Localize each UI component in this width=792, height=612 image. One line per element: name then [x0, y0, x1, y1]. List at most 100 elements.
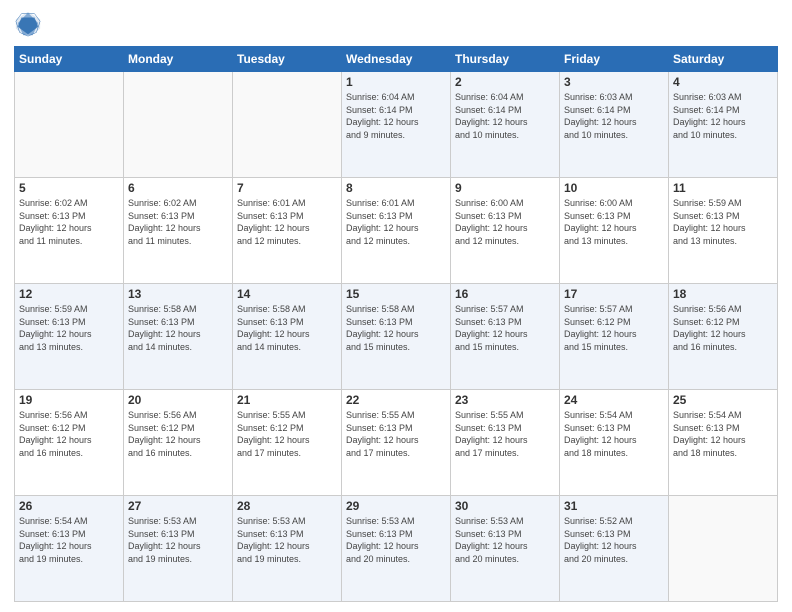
calendar-cell: 13Sunrise: 5:58 AMSunset: 6:13 PMDayligh… [124, 284, 233, 390]
day-number: 29 [346, 499, 446, 513]
calendar-cell: 24Sunrise: 5:54 AMSunset: 6:13 PMDayligh… [560, 390, 669, 496]
calendar-cell: 3 Sunrise: 6:03 AMSunset: 6:14 PMDaylight… [560, 72, 669, 178]
calendar-cell: 11Sunrise: 5:59 AMSunset: 6:13 PMDayligh… [669, 178, 778, 284]
day-info: Sunrise: 6:04 AMSunset: 6:14 PMDaylight:… [455, 91, 555, 141]
day-number: 31 [564, 499, 664, 513]
calendar-cell: 7 Sunrise: 6:01 AMSunset: 6:13 PMDaylight… [233, 178, 342, 284]
day-info: Sunrise: 6:01 AMSunset: 6:13 PMDaylight:… [346, 197, 446, 247]
day-number: 5 [19, 181, 119, 195]
day-number: 14 [237, 287, 337, 301]
day-info: Sunrise: 6:02 AMSunset: 6:13 PMDaylight:… [128, 197, 228, 247]
calendar-cell: 9Sunrise: 6:00 AMSunset: 6:13 PMDaylight… [451, 178, 560, 284]
calendar-week-3: 12 Sunrise: 5:59 AMSunset: 6:13 PMDayligh… [15, 284, 778, 390]
logo [14, 10, 46, 38]
calendar-cell: 20 Sunrise: 5:56 AMSunset: 6:12 PMDayligh… [124, 390, 233, 496]
day-number: 30 [455, 499, 555, 513]
weekday-header-wednesday: Wednesday [342, 47, 451, 72]
calendar-cell [669, 496, 778, 602]
calendar-week-5: 26 Sunrise: 5:54 AMSunset: 6:13 PMDayligh… [15, 496, 778, 602]
day-info: Sunrise: 6:00 AMSunset: 6:13 PMDaylight:… [564, 197, 664, 247]
day-info: Sunrise: 5:57 AMSunset: 6:12 PMDaylight:… [564, 303, 664, 353]
calendar-cell: 8 Sunrise: 6:01 AMSunset: 6:13 PMDaylight… [342, 178, 451, 284]
calendar-table: SundayMondayTuesdayWednesdayThursdayFrid… [14, 46, 778, 602]
day-info: Sunrise: 5:59 AMSunset: 6:13 PMDaylight:… [19, 303, 119, 353]
day-number: 16 [455, 287, 555, 301]
day-number: 26 [19, 499, 119, 513]
day-number: 15 [346, 287, 446, 301]
day-info: Sunrise: 5:59 AMSunset: 6:13 PMDaylight:… [673, 197, 773, 247]
calendar-cell: 6 Sunrise: 6:02 AMSunset: 6:13 PMDaylight… [124, 178, 233, 284]
day-number: 28 [237, 499, 337, 513]
day-info: Sunrise: 5:55 AMSunset: 6:12 PMDaylight:… [237, 409, 337, 459]
day-number: 22 [346, 393, 446, 407]
day-number: 25 [673, 393, 773, 407]
day-number: 12 [19, 287, 119, 301]
calendar-cell: 19Sunrise: 5:56 AMSunset: 6:12 PMDayligh… [15, 390, 124, 496]
day-number: 3 [564, 75, 664, 89]
calendar-cell: 18 Sunrise: 5:56 AMSunset: 6:12 PMDayligh… [669, 284, 778, 390]
day-info: Sunrise: 5:54 AMSunset: 6:13 PMDaylight:… [673, 409, 773, 459]
calendar-cell: 5 Sunrise: 6:02 AMSunset: 6:13 PMDaylight… [15, 178, 124, 284]
weekday-header-monday: Monday [124, 47, 233, 72]
day-number: 19 [19, 393, 119, 407]
day-number: 20 [128, 393, 228, 407]
calendar-cell: 1 Sunrise: 6:04 AMSunset: 6:14 PMDaylight… [342, 72, 451, 178]
day-info: Sunrise: 5:53 AMSunset: 6:13 PMDaylight:… [455, 515, 555, 565]
day-number: 21 [237, 393, 337, 407]
day-number: 4 [673, 75, 773, 89]
day-info: Sunrise: 5:55 AMSunset: 6:13 PMDaylight:… [455, 409, 555, 459]
day-info: Sunrise: 5:56 AMSunset: 6:12 PMDaylight:… [128, 409, 228, 459]
calendar-cell [124, 72, 233, 178]
weekday-header-saturday: Saturday [669, 47, 778, 72]
day-info: Sunrise: 5:56 AMSunset: 6:12 PMDaylight:… [673, 303, 773, 353]
calendar-cell: 10 Sunrise: 6:00 AMSunset: 6:13 PMDayligh… [560, 178, 669, 284]
weekday-header-sunday: Sunday [15, 47, 124, 72]
calendar-week-2: 5 Sunrise: 6:02 AMSunset: 6:13 PMDaylight… [15, 178, 778, 284]
day-info: Sunrise: 6:01 AMSunset: 6:13 PMDaylight:… [237, 197, 337, 247]
day-number: 7 [237, 181, 337, 195]
day-number: 2 [455, 75, 555, 89]
calendar-cell: 28 Sunrise: 5:53 AMSunset: 6:13 PMDayligh… [233, 496, 342, 602]
weekday-header-tuesday: Tuesday [233, 47, 342, 72]
day-info: Sunrise: 5:53 AMSunset: 6:13 PMDaylight:… [128, 515, 228, 565]
day-number: 27 [128, 499, 228, 513]
day-info: Sunrise: 5:54 AMSunset: 6:13 PMDaylight:… [19, 515, 119, 565]
day-info: Sunrise: 6:04 AMSunset: 6:14 PMDaylight:… [346, 91, 446, 141]
day-number: 17 [564, 287, 664, 301]
calendar-cell: 22Sunrise: 5:55 AMSunset: 6:13 PMDayligh… [342, 390, 451, 496]
day-number: 6 [128, 181, 228, 195]
calendar-week-4: 19 Sunrise: 5:56 AMSunset: 6:12 PMDayligh… [15, 390, 778, 496]
calendar-cell: 30 Sunrise: 5:53 AMSunset: 6:13 PMDayligh… [451, 496, 560, 602]
day-number: 8 [346, 181, 446, 195]
calendar-cell: 2 Sunrise: 6:04 AMSunset: 6:14 PMDaylight… [451, 72, 560, 178]
day-info: Sunrise: 5:58 AMSunset: 6:13 PMDaylight:… [237, 303, 337, 353]
day-info: Sunrise: 5:58 AMSunset: 6:13 PMDaylight:… [346, 303, 446, 353]
day-number: 1 [346, 75, 446, 89]
calendar-cell: 26 Sunrise: 5:54 AMSunset: 6:13 PMDayligh… [15, 496, 124, 602]
calendar-cell: 4 Sunrise: 6:03 AMSunset: 6:14 PMDaylight… [669, 72, 778, 178]
calendar-week-1: 1 Sunrise: 6:04 AMSunset: 6:14 PMDaylight… [15, 72, 778, 178]
day-info: Sunrise: 5:52 AMSunset: 6:13 PMDaylight:… [564, 515, 664, 565]
page: SundayMondayTuesdayWednesdayThursdayFrid… [0, 0, 792, 612]
calendar-cell: 23 Sunrise: 5:55 AMSunset: 6:13 PMDayligh… [451, 390, 560, 496]
calendar-cell: 31 Sunrise: 5:52 AMSunset: 6:13 PMDayligh… [560, 496, 669, 602]
calendar-cell: 27 Sunrise: 5:53 AMSunset: 6:13 PMDayligh… [124, 496, 233, 602]
calendar-header-row: SundayMondayTuesdayWednesdayThursdayFrid… [15, 47, 778, 72]
day-info: Sunrise: 6:00 AMSunset: 6:13 PMDaylight:… [455, 197, 555, 247]
day-number: 10 [564, 181, 664, 195]
calendar-cell: 29Sunrise: 5:53 AMSunset: 6:13 PMDayligh… [342, 496, 451, 602]
day-info: Sunrise: 6:03 AMSunset: 6:14 PMDaylight:… [673, 91, 773, 141]
day-info: Sunrise: 5:58 AMSunset: 6:13 PMDaylight:… [128, 303, 228, 353]
day-number: 18 [673, 287, 773, 301]
day-info: Sunrise: 6:03 AMSunset: 6:14 PMDaylight:… [564, 91, 664, 141]
calendar-cell: 25 Sunrise: 5:54 AMSunset: 6:13 PMDayligh… [669, 390, 778, 496]
day-number: 23 [455, 393, 555, 407]
calendar-cell: 17 Sunrise: 5:57 AMSunset: 6:12 PMDayligh… [560, 284, 669, 390]
day-number: 24 [564, 393, 664, 407]
day-info: Sunrise: 5:53 AMSunset: 6:13 PMDaylight:… [237, 515, 337, 565]
calendar-cell [233, 72, 342, 178]
day-info: Sunrise: 6:02 AMSunset: 6:13 PMDaylight:… [19, 197, 119, 247]
weekday-header-thursday: Thursday [451, 47, 560, 72]
calendar-cell: 15 Sunrise: 5:58 AMSunset: 6:13 PMDayligh… [342, 284, 451, 390]
header [14, 10, 778, 38]
